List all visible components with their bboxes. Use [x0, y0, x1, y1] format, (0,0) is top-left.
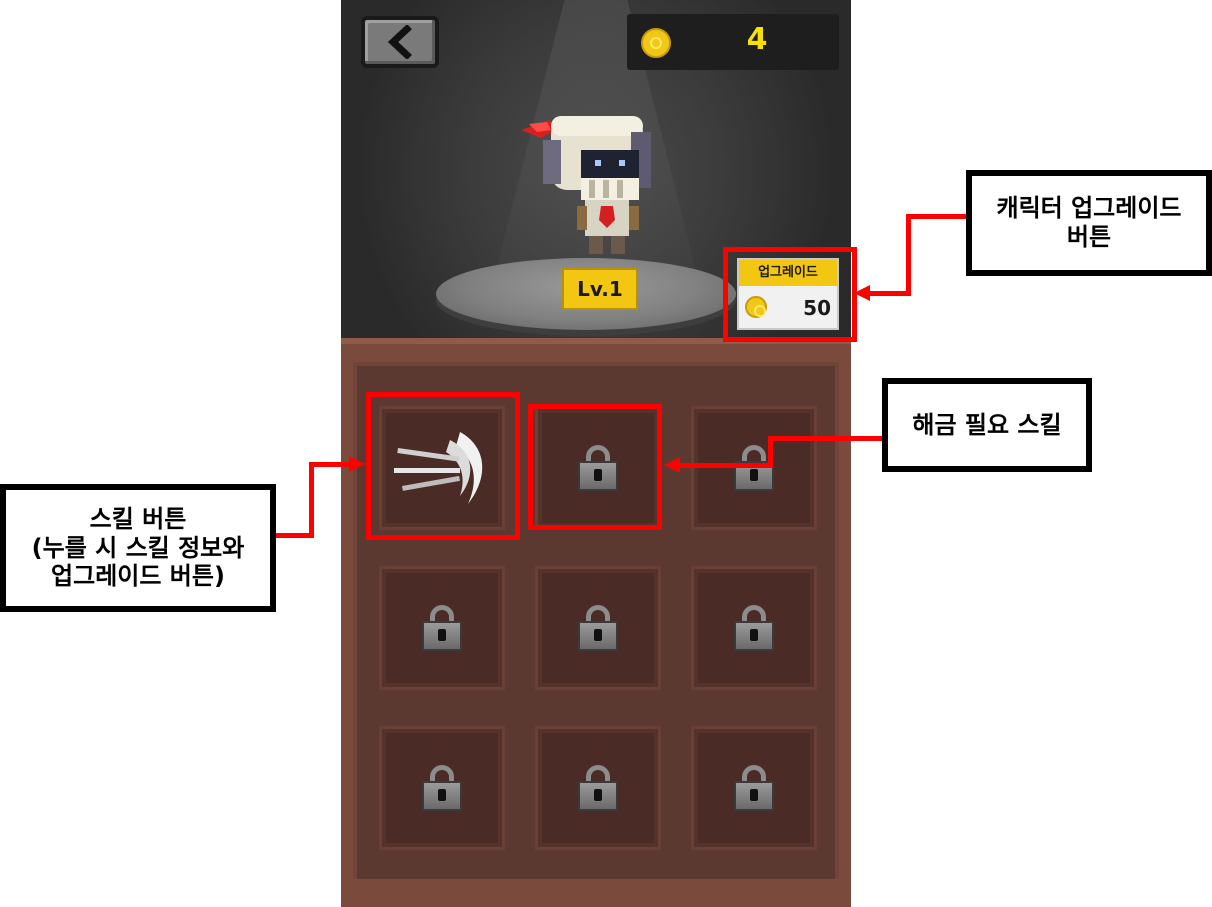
connector-line — [680, 463, 773, 468]
knight-character — [521, 116, 651, 254]
connector-line — [309, 462, 314, 538]
connector-line — [906, 214, 911, 296]
skill-slot-9[interactable] — [691, 726, 817, 850]
callout-text: 버튼 — [1066, 223, 1112, 251]
padlock-icon — [422, 765, 462, 811]
skill-slot-7[interactable] — [379, 726, 505, 850]
back-button[interactable] — [361, 16, 439, 68]
padlock-icon — [422, 605, 462, 651]
skill-board-bottom-edge — [341, 879, 851, 907]
coin-icon — [641, 28, 671, 58]
padlock-icon — [734, 605, 774, 651]
connector-line — [309, 462, 351, 467]
padlock-icon — [578, 765, 618, 811]
connector-line — [906, 214, 970, 219]
connector-line — [768, 436, 884, 441]
arrowhead — [349, 456, 365, 472]
skill-slot-5[interactable] — [535, 566, 661, 690]
callout-skill-button: 스킬 버튼 (누를 시 스킬 정보와 업그레이드 버튼) — [0, 484, 276, 612]
level-badge: Lv.1 — [562, 268, 638, 310]
coin-counter: 4 — [627, 14, 839, 70]
padlock-icon — [578, 605, 618, 651]
callout-locked-skill: 해금 필요 스킬 — [882, 378, 1092, 472]
arrowhead — [854, 285, 870, 301]
callout-text: 캐릭터 업그레이드 — [996, 194, 1182, 223]
skill-slot-3[interactable] — [691, 406, 817, 530]
skill-slot-8[interactable] — [535, 726, 661, 850]
highlight-skill-button — [366, 392, 520, 540]
callout-text: (누를 시 스킬 정보와 — [31, 533, 245, 562]
highlight-upgrade-button — [723, 247, 857, 342]
skill-slot-6[interactable] — [691, 566, 817, 690]
padlock-icon — [734, 765, 774, 811]
callout-text: 스킬 버튼 — [89, 504, 187, 533]
callout-text: 해금 필요 스킬 — [912, 410, 1062, 439]
highlight-locked-skill — [528, 404, 662, 530]
chevron-left-icon — [387, 25, 412, 59]
connector-line — [868, 291, 911, 296]
coin-count: 4 — [746, 22, 768, 57]
callout-text: 업그레이드 버튼) — [51, 562, 225, 591]
connector-line — [272, 533, 314, 538]
skill-slot-4[interactable] — [379, 566, 505, 690]
callout-character-upgrade: 캐릭터 업그레이드 버튼 — [966, 170, 1212, 276]
arrowhead — [664, 457, 680, 473]
